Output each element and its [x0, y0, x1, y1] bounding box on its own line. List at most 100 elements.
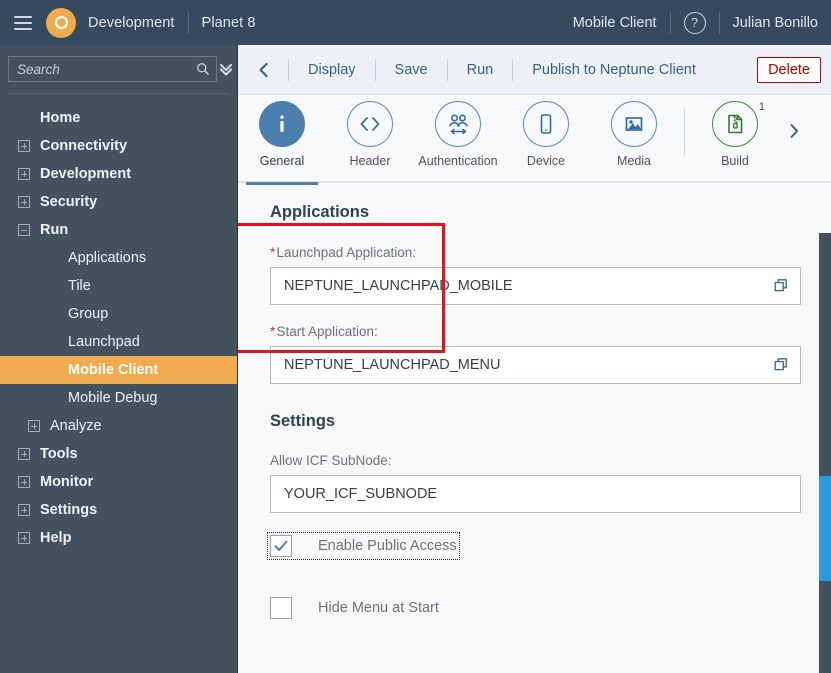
system-label: Planet 8: [201, 14, 256, 31]
sidebar-item-label: Monitor: [40, 474, 94, 490]
sidebar-item-label: Tools: [40, 446, 78, 462]
divider: [374, 58, 376, 81]
vertical-scrollbar-track[interactable]: [819, 233, 831, 673]
search-icon[interactable]: [196, 62, 210, 76]
expand-plus-icon[interactable]: [18, 196, 30, 208]
expand-plus-icon[interactable]: [18, 504, 30, 516]
start-application-input[interactable]: [284, 357, 774, 373]
sidebar-item-label: Home: [40, 110, 81, 126]
sidebar-item-mobile-client[interactable]: Mobile Client: [0, 356, 237, 384]
sidebar-item-label: Tile: [68, 278, 91, 294]
sidebar-item-label: Development: [40, 166, 132, 182]
sidebar-item-home[interactable]: Home: [0, 104, 237, 132]
delete-button[interactable]: Delete: [757, 56, 821, 83]
vertical-scrollbar-thumb[interactable]: [819, 476, 831, 581]
sidebar-item-applications[interactable]: Applications: [0, 244, 237, 272]
tab-general[interactable]: General: [238, 101, 326, 185]
question-mark-icon[interactable]: ?: [683, 11, 706, 34]
required-marker: *: [270, 244, 276, 260]
sidebar-item-tools[interactable]: Tools: [0, 440, 237, 468]
save-button[interactable]: Save: [384, 62, 439, 78]
expand-plus-icon[interactable]: [18, 168, 30, 180]
info-icon: [259, 101, 305, 147]
sidebar-search-row: [0, 45, 251, 93]
settings-section-title: Settings: [270, 412, 336, 430]
enable-public-access-checkbox[interactable]: [270, 535, 292, 557]
sidebar-item-security[interactable]: Security: [0, 188, 237, 216]
hide-menu-at-start-label: Hide Menu at Start: [318, 600, 439, 616]
sidebar-item-label: Launchpad: [68, 334, 140, 350]
planet-logo-icon[interactable]: [46, 7, 76, 38]
tab-label: General: [259, 154, 305, 168]
value-help-icon[interactable]: [774, 278, 790, 294]
app-name-label: Mobile Client: [572, 14, 657, 31]
expand-plus-icon[interactable]: [28, 420, 40, 432]
image-icon: [611, 101, 657, 147]
tab-device[interactable]: Device: [502, 101, 590, 183]
sidebar-item-mobile-debug[interactable]: Mobile Debug: [0, 384, 237, 412]
sidebar-item-help[interactable]: Help: [0, 524, 237, 552]
code-brackets-icon: [347, 101, 393, 147]
label-text: Allow ICF SubNode:: [270, 453, 392, 468]
sidebar-item-label: Mobile Debug: [68, 390, 158, 406]
allow-icf-subnode-input[interactable]: [284, 486, 790, 502]
sidebar-item-label: Run: [40, 222, 69, 238]
collapse-minus-icon[interactable]: [18, 224, 30, 236]
sidebar-item-tile[interactable]: Tile: [0, 272, 237, 300]
start-application-field[interactable]: [270, 346, 801, 384]
collapse-all-double-chevron-down-icon[interactable]: [217, 49, 235, 89]
expand-plus-icon[interactable]: [18, 532, 30, 544]
sidebar-item-label: Help: [40, 530, 72, 546]
hamburger-line: [14, 21, 32, 24]
tab-build[interactable]: Build 1: [691, 101, 779, 183]
back-chevron-left-icon[interactable]: [248, 54, 280, 86]
tab-label: Build: [721, 154, 749, 168]
launchpad-application-input[interactable]: [284, 278, 774, 294]
focus-ring: Enable Public Access: [267, 532, 460, 560]
expand-plus-icon[interactable]: [18, 476, 30, 488]
main-content: Display Save Run Publish to Neptune Clie…: [238, 45, 831, 673]
sidebar-item-label: Security: [40, 194, 98, 210]
allow-icf-subnode-label: Allow ICF SubNode:: [270, 453, 801, 468]
sidebar-item-development[interactable]: Development: [0, 160, 237, 188]
sidebar-item-label: Group: [68, 306, 109, 322]
value-help-icon[interactable]: [774, 357, 790, 373]
hide-menu-at-start-row[interactable]: Hide Menu at Start: [270, 597, 801, 619]
sidebar-nav: Home Connectivity Development Security Run Ap…: [0, 94, 237, 673]
sidebar-item-monitor[interactable]: Monitor: [0, 468, 237, 496]
run-button[interactable]: Run: [456, 62, 505, 78]
sidebar-item-label: Settings: [40, 502, 98, 518]
sidebar-item-label: Applications: [68, 250, 147, 266]
body: Home Connectivity Development Security Run Ap…: [0, 45, 831, 673]
expand-plus-icon[interactable]: [18, 140, 30, 152]
tab-header[interactable]: Header: [326, 101, 414, 183]
applications-section-title: Applications: [270, 203, 370, 221]
search-box[interactable]: [8, 56, 217, 82]
sidebar-item-launchpad[interactable]: Launchpad: [0, 328, 237, 356]
user-name-label[interactable]: Julian Bonillo: [733, 15, 818, 31]
sidebar-item-group[interactable]: Group: [0, 300, 237, 328]
allow-icf-subnode-field[interactable]: [270, 475, 801, 513]
search-input[interactable]: [17, 61, 196, 77]
sidebar-item-run[interactable]: Run: [0, 216, 237, 244]
sidebar: Home Connectivity Development Security Run Ap…: [0, 45, 251, 673]
tab-label: Media: [616, 154, 652, 168]
top-bar: Development Planet 8 Mobile Client ? Jul…: [0, 0, 831, 45]
display-button[interactable]: Display: [297, 62, 367, 78]
sidebar-item-analyze[interactable]: Analyze: [0, 412, 237, 440]
sidebar-item-label: Analyze: [50, 418, 102, 434]
publish-to-neptune-client-button[interactable]: Publish to Neptune Client: [521, 62, 707, 78]
zip-archive-icon: [712, 101, 758, 147]
tab-media[interactable]: Media: [590, 101, 678, 183]
hide-menu-at-start-checkbox[interactable]: [270, 597, 292, 619]
expand-plus-icon[interactable]: [18, 448, 30, 460]
tabs-next-chevron-right-icon[interactable]: [779, 101, 809, 161]
sidebar-item-settings[interactable]: Settings: [0, 496, 237, 524]
sidebar-item-connectivity[interactable]: Connectivity: [0, 132, 237, 160]
divider: [288, 58, 289, 81]
tab-authentication[interactable]: Authentication: [414, 101, 502, 183]
enable-public-access-row[interactable]: Enable Public Access: [267, 532, 801, 560]
enable-public-access-label: Enable Public Access: [318, 538, 457, 554]
hamburger-menu-icon[interactable]: [0, 0, 46, 45]
launchpad-application-field[interactable]: [270, 267, 801, 305]
